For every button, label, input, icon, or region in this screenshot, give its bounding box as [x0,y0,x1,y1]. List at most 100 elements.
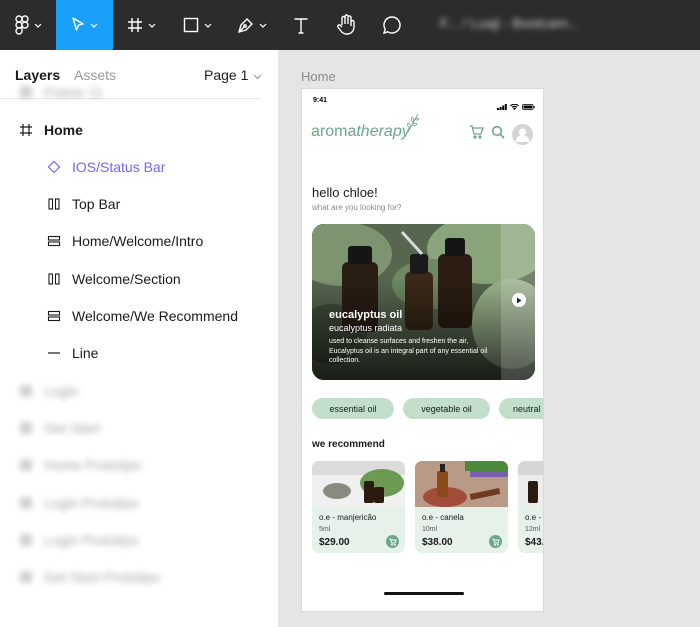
layer-row[interactable]: Welcome/Section [0,260,278,297]
layer-row[interactable]: Top Bar [0,186,278,223]
chip-essential-oil[interactable]: essential oil [312,398,394,419]
chevron-down-icon [90,23,98,28]
layer-row[interactable]: Get Start [0,409,278,446]
frame-icon [18,569,34,585]
hand-tool-button[interactable] [322,0,369,50]
frame-icon [18,457,34,473]
frame-icon [18,122,34,138]
recommend-cards: o.e - manjericão 5ml $29.00 o.e - canela… [312,461,544,555]
aromatherapy-logo[interactable]: aromatherapy [311,113,420,141]
hero-description: used to cleanse surfaces and freshen the… [329,338,488,364]
frame-label[interactable]: Home [301,69,336,84]
product-name: o.e - canela [422,513,464,522]
layer-name: Login Prototipo [44,494,139,511]
search-icon[interactable] [491,125,505,144]
user-silhouette-icon [515,128,530,142]
comment-bubble-icon [382,15,402,35]
comment-tool-button[interactable] [369,0,415,50]
play-triangle-icon [516,291,522,309]
recommend-title: we recommend [312,439,385,450]
product-card[interactable]: o.e - 12ml $43. [518,461,544,553]
cart-icon[interactable] [469,125,484,144]
layer-row[interactable]: Login [0,372,278,409]
avatar[interactable] [512,124,533,145]
layer-name: Welcome/Section [72,270,181,287]
layer-name: Login Prototipo [44,531,139,548]
layer-row[interactable]: Login Prototipo [0,521,278,558]
layer-row[interactable]: IOS/Status Bar [0,148,278,185]
layer-row[interactable]: Login Prototipo [0,484,278,521]
logo-text-therapy: therapy [356,123,410,140]
frame-tool-button[interactable] [113,0,170,50]
layer-name: Login [44,382,79,399]
hero-next-button[interactable] [512,293,526,307]
product-photo-canela [415,461,508,507]
product-size: 5ml [319,526,331,533]
product-card[interactable]: o.e - manjericão 5ml $29.00 [312,461,405,553]
chevron-down-icon [34,23,42,28]
frame-icon [18,84,34,100]
document-title[interactable]: F... / Luaji - Bootcam... [440,15,579,31]
frame-icon [18,532,34,548]
line-icon [46,345,62,361]
layer-row[interactable]: Get Start Prototipo [0,559,278,596]
text-tool-button[interactable] [280,0,322,50]
layer-name: Get Start Prototipo [44,569,160,586]
phone-frame-home[interactable]: 9:41 aromatherapy hello chloe! what are … [301,88,544,612]
layer-row[interactable]: Home Prototipo [0,447,278,484]
chip-neutral[interactable]: neutral [499,398,543,419]
layer-name: Welcome/We Recommend [72,308,238,324]
cart-plus-icon [389,533,397,551]
pen-tool-button[interactable] [224,0,280,50]
product-size: 12ml [525,526,541,533]
leaf-icon [406,113,420,138]
layer-name: Home Prototipo [44,457,142,474]
product-photo-manjericao [312,461,405,507]
hand-icon [336,14,356,36]
hero-title: eucalyptus oil [329,309,403,321]
chevron-down-icon [204,23,212,28]
layer-name: Frame 11 [44,84,103,101]
product-photo-third [518,461,543,507]
signal-icon [497,97,507,115]
category-chips: essential oil vegetable oil neutral [312,398,543,420]
shape-tool-button[interactable] [170,0,224,50]
product-price: $38.00 [422,537,453,548]
header-actions [469,124,533,145]
layer-name: Home [44,121,83,138]
logo-text-aroma: aroma [311,123,357,140]
home-indicator [384,592,464,595]
figma-editor: F... / Luaji - Bootcam... Layers Assets … [0,0,700,627]
hero-subtitle: eucalyptus radiata [329,323,403,333]
product-price: $43. [525,537,544,548]
horizontal-layout-icon [46,196,62,212]
layer-row[interactable]: Frame 11 [0,74,278,111]
frame-icon [18,495,34,511]
layer-row[interactable]: Line [0,335,278,372]
layer-row[interactable]: Home/Welcome/Intro [0,223,278,260]
text-t-icon [293,17,309,34]
hash-frame-icon [127,17,143,33]
move-tool-button[interactable] [56,0,113,50]
hero-card-eucalyptus[interactable]: eucalyptus oil eucalyptus radiata used t… [312,224,535,380]
cart-plus-icon [492,533,500,551]
add-to-cart-button[interactable] [386,535,399,548]
vertical-layout-icon [46,308,62,324]
vertical-layout-icon [46,233,62,249]
status-time: 9:41 [313,97,328,104]
greeting: hello chloe! [312,185,378,200]
product-name: o.e - manjericão [319,513,377,522]
layer-name: Top Bar [72,196,121,213]
main-menu-button[interactable] [0,0,56,50]
canvas[interactable]: Home 9:41 aromatherapy hello chloe! what… [278,50,700,627]
add-to-cart-button[interactable] [489,535,502,548]
chip-vegetable-oil[interactable]: vegetable oil [403,398,490,419]
layer-row[interactable]: Welcome/We Recommend [0,298,278,335]
frame-icon [18,383,34,399]
product-card[interactable]: o.e - canela 10ml $38.00 [415,461,508,553]
status-icons [497,97,535,115]
product-price: $29.00 [319,537,350,548]
layer-row[interactable]: Home [0,111,278,148]
cursor-arrow-icon [71,17,85,33]
horizontal-layout-icon [46,271,62,287]
